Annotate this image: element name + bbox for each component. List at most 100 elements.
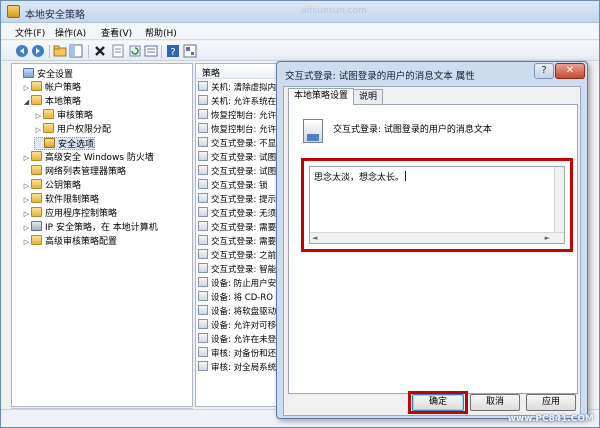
shield-icon bbox=[23, 68, 34, 78]
list-item[interactable]: 设备: 允许在未登 bbox=[198, 333, 276, 346]
tab-explain[interactable]: 说明 bbox=[353, 89, 384, 104]
policy-list-pane[interactable]: 策略 关机: 清除虚拟内 关机: 允许系统在 恢复控制台: 允许 恢复控制台: … bbox=[195, 63, 283, 407]
list-item[interactable]: 恢复控制台: 允许 bbox=[198, 123, 276, 136]
back-arrow-icon[interactable] bbox=[15, 44, 29, 58]
tree-item-label: 公钥策略 bbox=[45, 181, 82, 191]
folder-icon bbox=[31, 207, 42, 217]
collapse-arrow-icon[interactable]: ◢ bbox=[22, 96, 31, 109]
expand-arrow-icon[interactable]: ▷ bbox=[34, 124, 43, 137]
tree-item-network-list-manager[interactable]: 网络列表管理器策略 bbox=[22, 165, 126, 178]
expand-arrow-icon[interactable]: ▷ bbox=[22, 152, 31, 165]
folder-icon bbox=[43, 109, 54, 119]
tree-item-label: 软件限制策略 bbox=[45, 195, 100, 205]
list-item[interactable]: 设备: 将 CD-RO bbox=[198, 291, 273, 304]
tree-item-windows-firewall[interactable]: ▷ 高级安全 Windows 防火墙 bbox=[22, 151, 154, 164]
dialog-title: 交互式登录: 试图登录的用户的消息文本 属性 bbox=[285, 71, 475, 82]
toolbar: ? bbox=[1, 41, 599, 61]
policy-icon bbox=[198, 109, 208, 119]
list-item[interactable]: 关机: 允许系统在 bbox=[198, 95, 276, 108]
window-titlebar[interactable]: 本地安全策略 aitsuesun.com bbox=[1, 1, 599, 23]
list-item[interactable]: 交互式登录: 之前 bbox=[198, 249, 276, 262]
tree-item-public-key-policies[interactable]: ▷ 公钥策略 bbox=[22, 179, 81, 192]
svg-text:?: ? bbox=[170, 47, 175, 58]
menu-view[interactable]: 查看(V) bbox=[101, 26, 132, 39]
window-title: 本地安全策略 bbox=[25, 10, 85, 21]
list-item[interactable]: 设备: 允许对可移 bbox=[198, 319, 276, 332]
list-column-header[interactable]: 策略 bbox=[196, 64, 282, 79]
properties-list-icon[interactable] bbox=[144, 44, 158, 58]
tree-item-security-settings[interactable]: 安全设置 bbox=[14, 68, 73, 81]
list-item[interactable]: 恢复控制台: 允许 bbox=[198, 109, 276, 122]
list-item-label: 审核: 对备份和还 bbox=[211, 349, 277, 359]
tree-item-label: 应用程序控制策略 bbox=[45, 209, 118, 219]
tree-item-app-control[interactable]: ▷ 应用程序控制策略 bbox=[22, 207, 117, 220]
dialog-help-button[interactable]: ? bbox=[534, 63, 554, 79]
column-header-policy[interactable]: 策略 bbox=[202, 66, 220, 79]
list-item[interactable]: 交互式登录: 不显 bbox=[198, 137, 276, 150]
list-item[interactable]: 交互式登录: 锁 bbox=[198, 179, 268, 192]
expand-arrow-icon[interactable]: ▷ bbox=[22, 82, 31, 95]
list-item[interactable]: 设备: 防止用户安 bbox=[198, 277, 276, 290]
list-item-label: 交互式登录: 之前 bbox=[211, 251, 277, 261]
tree-item-label: 帐户策略 bbox=[45, 83, 82, 93]
view-properties-icon[interactable] bbox=[183, 44, 197, 58]
list-item-label: 审核: 对全局系统 bbox=[211, 363, 277, 373]
list-item[interactable]: 交互式登录: 智能 bbox=[198, 263, 276, 276]
expand-arrow-icon[interactable]: ▷ bbox=[22, 222, 31, 235]
policy-document-icon bbox=[303, 119, 323, 143]
tree-item-label: 安全设置 bbox=[37, 70, 74, 80]
menu-help[interactable]: 帮助(H) bbox=[145, 26, 177, 39]
folder-icon bbox=[31, 235, 42, 245]
list-item[interactable]: 关机: 清除虚拟内 bbox=[198, 81, 276, 94]
tab-local-policy-setting[interactable]: 本地策略设置 bbox=[288, 88, 355, 105]
policy-icon bbox=[198, 333, 208, 343]
tree-item-label: 本地策略 bbox=[45, 97, 82, 107]
tree-item-audit-policy[interactable]: ▷ 审核策略 bbox=[34, 109, 93, 122]
list-item[interactable]: 交互式登录: 需要 bbox=[198, 235, 276, 248]
show-tree-icon[interactable] bbox=[69, 44, 83, 58]
list-item[interactable]: 审核: 对备份和还 bbox=[198, 347, 276, 360]
delete-icon[interactable] bbox=[93, 44, 107, 58]
tree-item-user-rights-assignment[interactable]: ▷ 用户权限分配 bbox=[34, 123, 111, 136]
cancel-button[interactable]: 取消 bbox=[470, 394, 520, 411]
menu-file[interactable]: 文件(F) bbox=[15, 26, 45, 39]
policy-icon bbox=[198, 193, 208, 203]
list-item-label: 交互式登录: 试图 bbox=[211, 167, 277, 177]
tree-item-label: 审核策略 bbox=[57, 111, 94, 121]
expand-arrow-icon[interactable]: ▷ bbox=[22, 208, 31, 221]
list-item[interactable]: 设备: 将软盘驱动 bbox=[198, 305, 276, 318]
dialog-close-button[interactable]: ✕ bbox=[555, 63, 585, 79]
help-question-icon: ? bbox=[541, 65, 547, 76]
help-icon[interactable]: ? bbox=[166, 44, 180, 58]
list-item[interactable]: 交互式登录: 需要 bbox=[198, 221, 276, 234]
refresh-icon[interactable] bbox=[128, 44, 142, 58]
tree-item-software-restriction[interactable]: ▷ 软件限制策略 bbox=[22, 193, 99, 206]
expand-arrow-icon[interactable]: ▷ bbox=[22, 236, 31, 249]
menu-action[interactable]: 操作(A) bbox=[55, 26, 86, 39]
list-item[interactable]: 交互式登录: 试图 bbox=[198, 151, 276, 164]
expand-arrow-icon[interactable]: ▷ bbox=[34, 110, 43, 123]
tree-item-security-options[interactable]: 安全选项 bbox=[34, 137, 96, 150]
tree-item-advanced-audit[interactable]: ▷ 高级审核策略配置 bbox=[22, 235, 117, 248]
tree-item-local-policies[interactable]: ◢ 本地策略 bbox=[22, 95, 81, 108]
list-item[interactable]: 审核: 对全局系统 bbox=[198, 361, 276, 374]
policy-icon bbox=[198, 319, 208, 329]
apply-button[interactable]: 应用 bbox=[526, 394, 576, 411]
list-item[interactable]: 交互式登录: 提示 bbox=[198, 193, 276, 206]
tree-item-ip-security[interactable]: ▷ IP 安全策略，在 本地计算机 bbox=[22, 221, 158, 234]
up-folder-icon[interactable] bbox=[53, 44, 67, 58]
tree-item-label: 用户权限分配 bbox=[57, 125, 112, 135]
site-watermark: www.PC841.COM bbox=[507, 414, 594, 424]
expand-arrow-icon[interactable]: ▷ bbox=[22, 180, 31, 193]
list-item[interactable]: 交互式登录: 试图 bbox=[198, 165, 276, 178]
tree-pane[interactable]: 安全设置 ▷ 帐户策略 ◢ 本地策略 ▷ 审核策略 ▷ 用户权限分配 安全选项 ▷ 高级安… bbox=[11, 63, 193, 407]
list-item-label: 交互式登录: 智能 bbox=[211, 265, 277, 275]
forward-arrow-icon[interactable] bbox=[31, 44, 45, 58]
export-list-icon[interactable] bbox=[111, 44, 125, 58]
tree-item-account-policies[interactable]: ▷ 帐户策略 bbox=[22, 81, 81, 94]
window-title-faded: aitsuesun.com bbox=[301, 6, 367, 16]
list-item[interactable]: 交互式登录: 无须 bbox=[198, 207, 276, 220]
list-item-label: 设备: 防止用户安 bbox=[211, 279, 277, 289]
firewall-icon bbox=[31, 151, 42, 161]
expand-arrow-icon[interactable]: ▷ bbox=[22, 194, 31, 207]
